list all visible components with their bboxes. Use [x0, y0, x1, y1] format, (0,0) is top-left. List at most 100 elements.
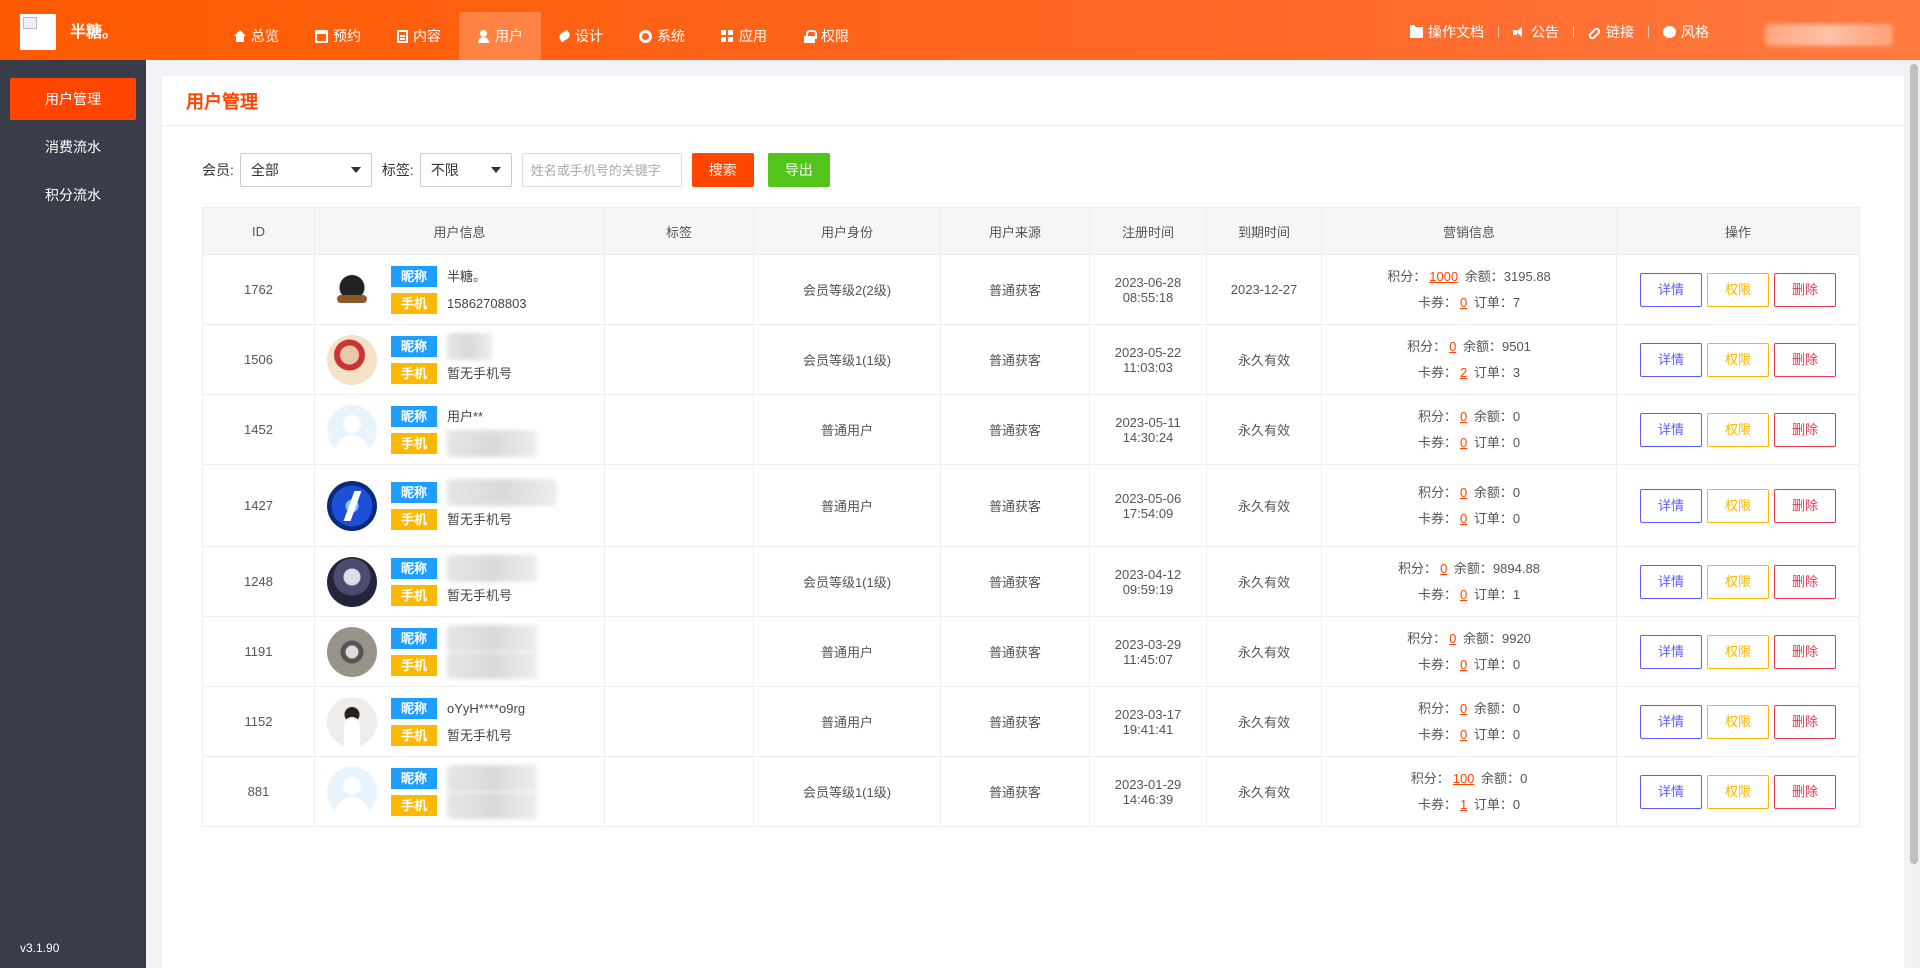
- coupons-link[interactable]: 2: [1457, 365, 1470, 380]
- export-button[interactable]: 导出: [767, 153, 830, 187]
- points-link[interactable]: 0: [1457, 409, 1470, 424]
- scrollbar-thumb[interactable]: [1910, 64, 1918, 864]
- coupon-order-line: 卡券： 2 订单：3: [1322, 360, 1616, 386]
- column-header: 用户来源: [940, 207, 1090, 255]
- permission-button[interactable]: 权限: [1707, 272, 1769, 307]
- balance-label: 余额：: [1481, 770, 1521, 786]
- row-actions: 详情 权限 删除: [1617, 272, 1859, 307]
- marketing-cell: 积分： 0 余额：0 卡券： 0 订单：0: [1321, 464, 1617, 547]
- detail-button[interactable]: 详情: [1640, 412, 1702, 447]
- coupons-link[interactable]: 0: [1457, 435, 1470, 450]
- marketing-cell: 积分： 100 余额：0 卡券： 1 订单：0: [1321, 756, 1617, 827]
- order-label: 订单：: [1473, 586, 1513, 602]
- marketing-info: 积分： 0 余额：0 卡券： 0 订单：0: [1322, 404, 1616, 456]
- nav-overview[interactable]: 总览: [216, 12, 297, 60]
- delete-button[interactable]: 删除: [1774, 634, 1836, 669]
- nickname-tag: 昵称: [391, 405, 437, 427]
- tag-select[interactable]: 不限: [419, 153, 512, 187]
- nav-permissions[interactable]: 权限: [785, 12, 867, 60]
- coupon-label: 卡券：: [1417, 294, 1457, 310]
- coupons-link[interactable]: 0: [1457, 587, 1470, 602]
- user-info: 昵称 手机 暂无手机号: [315, 554, 604, 609]
- detail-button[interactable]: 详情: [1640, 564, 1702, 599]
- balance-value: 9920: [1501, 630, 1531, 646]
- points-link[interactable]: 100: [1450, 771, 1478, 786]
- coupons-link[interactable]: 0: [1457, 727, 1470, 742]
- info-values: 半糖。 15862708803: [447, 263, 527, 317]
- detail-button[interactable]: 详情: [1640, 342, 1702, 377]
- permission-button[interactable]: 权限: [1707, 412, 1769, 447]
- permission-button[interactable]: 权限: [1707, 488, 1769, 523]
- permission-button[interactable]: 权限: [1707, 774, 1769, 809]
- detail-button[interactable]: 详情: [1640, 704, 1702, 739]
- delete-button[interactable]: 删除: [1774, 272, 1836, 307]
- notice-link[interactable]: 公告: [1513, 22, 1559, 42]
- points-link[interactable]: 0: [1437, 561, 1450, 576]
- sidebar-item-user-management[interactable]: 用户管理: [10, 78, 136, 120]
- links-link[interactable]: 链接: [1587, 22, 1634, 42]
- docs-link[interactable]: 操作文档: [1410, 22, 1484, 42]
- row-actions: 详情 权限 删除: [1617, 564, 1859, 599]
- permission-button[interactable]: 权限: [1707, 564, 1769, 599]
- points-link[interactable]: 1000: [1426, 269, 1461, 284]
- search-input[interactable]: [521, 153, 682, 187]
- coupon-label: 卡券：: [1417, 796, 1457, 812]
- identity-cell: 普通用户: [753, 464, 941, 547]
- info-tags: 昵称 手机: [391, 263, 437, 317]
- expire-cell: 永久有效: [1206, 324, 1322, 395]
- detail-button[interactable]: 详情: [1640, 774, 1702, 809]
- nav-apps[interactable]: 应用: [703, 12, 785, 60]
- orders-value: 0: [1512, 434, 1521, 450]
- nickname-tag: 昵称: [391, 481, 437, 503]
- delete-button[interactable]: 删除: [1774, 488, 1836, 523]
- sidebar-item-consumption-flow[interactable]: 消费流水: [10, 126, 136, 168]
- points-balance-line: 积分： 0 余额：9894.88: [1322, 556, 1616, 582]
- delete-button[interactable]: 删除: [1774, 412, 1836, 447]
- points-link[interactable]: 0: [1457, 701, 1470, 716]
- nav-booking[interactable]: 预约: [297, 12, 379, 60]
- info-tags: 昵称 手机: [391, 555, 437, 609]
- points-link[interactable]: 0: [1457, 485, 1470, 500]
- avatar: [327, 404, 377, 455]
- identity-cell: 会员等级1(1级): [753, 756, 941, 827]
- detail-button[interactable]: 详情: [1640, 634, 1702, 669]
- points-link[interactable]: 0: [1446, 631, 1459, 646]
- nav-design[interactable]: 设计: [541, 12, 621, 60]
- coupons-link[interactable]: 0: [1457, 657, 1470, 672]
- permission-button[interactable]: 权限: [1707, 634, 1769, 669]
- coupon-label: 卡券：: [1417, 656, 1457, 672]
- brush-icon: [557, 29, 572, 43]
- delete-button[interactable]: 删除: [1774, 564, 1836, 599]
- coupons-link[interactable]: 1: [1457, 797, 1470, 812]
- permission-button[interactable]: 权限: [1707, 704, 1769, 739]
- balance-value: 3195.88: [1503, 268, 1551, 284]
- user-info-cell: 昵称 手机 用户**: [314, 394, 605, 465]
- nav-content[interactable]: 内容: [379, 12, 459, 60]
- member-select[interactable]: 全部: [239, 153, 372, 187]
- style-link[interactable]: 风格: [1663, 22, 1709, 42]
- actions-cell: 详情 权限 删除: [1616, 616, 1860, 687]
- delete-button[interactable]: 删除: [1774, 704, 1836, 739]
- nav-system[interactable]: 系统: [621, 12, 703, 60]
- delete-button[interactable]: 删除: [1774, 774, 1836, 809]
- marketing-cell: 积分： 0 余额：9501 卡券： 2 订单：3: [1321, 324, 1617, 395]
- permission-button[interactable]: 权限: [1707, 342, 1769, 377]
- delete-button[interactable]: 删除: [1774, 342, 1836, 377]
- detail-button[interactable]: 详情: [1640, 272, 1702, 307]
- sidebar-item-points-flow[interactable]: 积分流水: [10, 174, 136, 216]
- coupons-link[interactable]: 0: [1457, 295, 1470, 310]
- page-scrollbar[interactable]: [1908, 60, 1920, 968]
- info-values: 用户**: [447, 403, 537, 457]
- links-link-label: 链接: [1606, 24, 1634, 40]
- brand-name: 半糖。: [70, 24, 119, 41]
- phone-value: 15862708803: [447, 295, 527, 311]
- coupons-link[interactable]: 0: [1457, 511, 1470, 526]
- detail-button[interactable]: 详情: [1640, 488, 1702, 523]
- nav-users[interactable]: 用户: [459, 12, 541, 60]
- points-link[interactable]: 0: [1446, 339, 1459, 354]
- user-info-cell: 昵称 手机 暂无手机号: [314, 324, 605, 395]
- search-button[interactable]: 搜索: [691, 153, 754, 187]
- redacted-nickname: [447, 764, 537, 792]
- user-menu[interactable]: [1765, 24, 1893, 46]
- phone-tag: 手机: [391, 654, 437, 676]
